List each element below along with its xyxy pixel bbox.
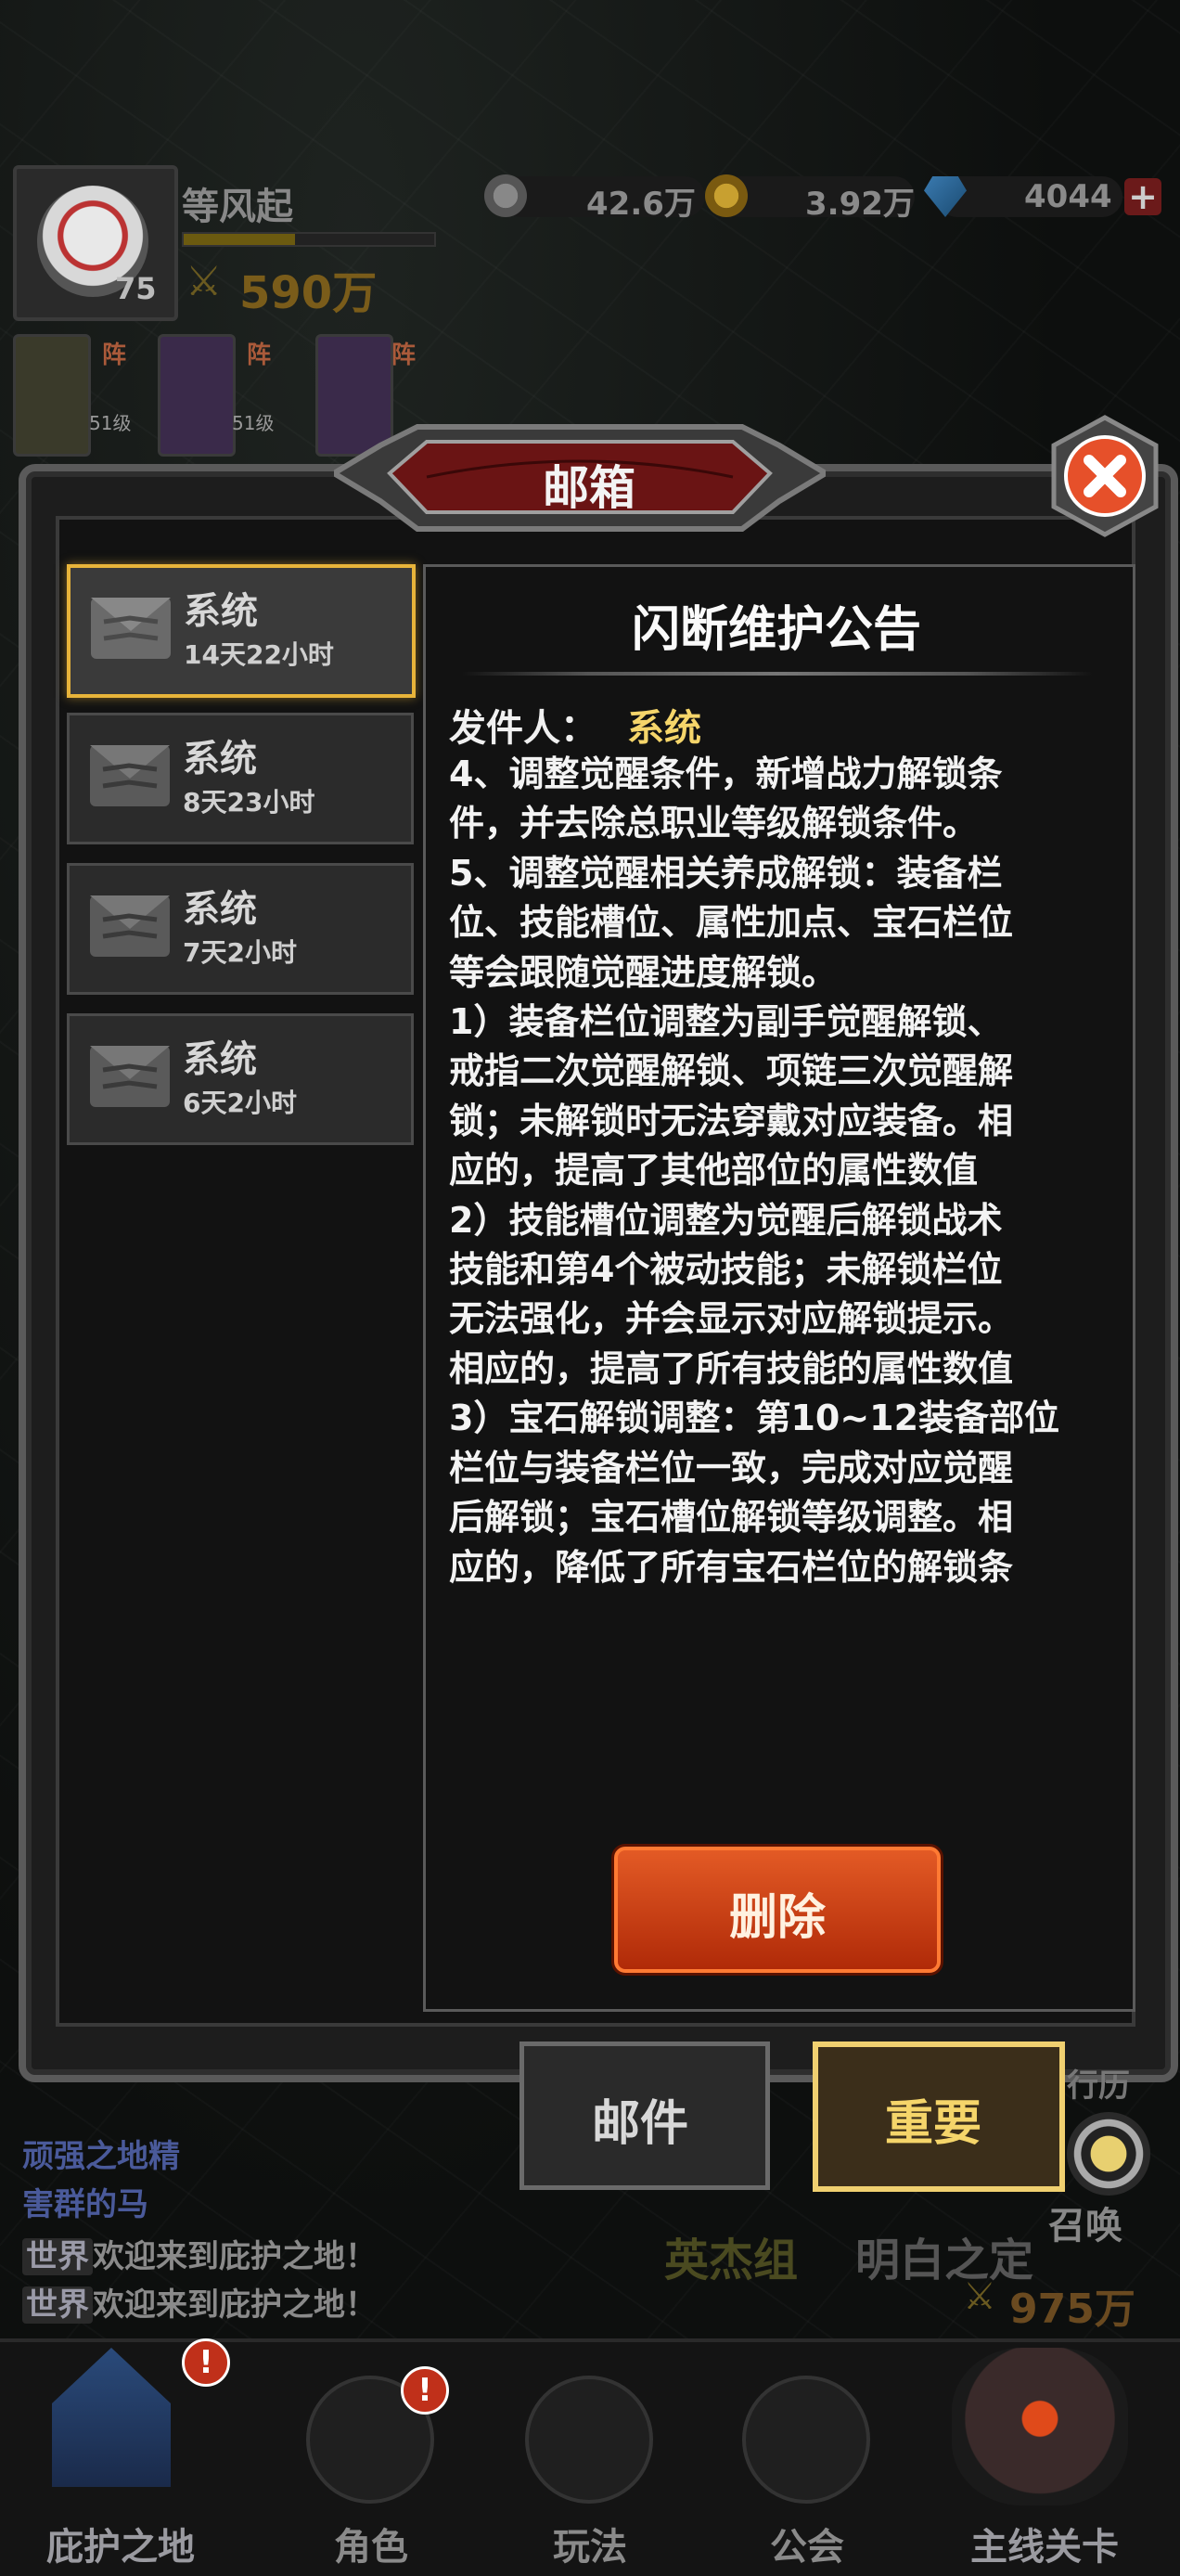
mail-sender: 系统: [183, 888, 257, 931]
mail-list-item[interactable]: 系统 7天2小时: [67, 863, 414, 995]
title-divider: [462, 672, 1093, 676]
mail-time-left: 14天22小时: [184, 639, 334, 670]
mail-list-item[interactable]: 系统 6天2小时: [67, 1013, 414, 1145]
tab-mail-label: 邮件: [591, 2096, 688, 2152]
mail-title: 闪断维护公告: [631, 602, 921, 658]
diamond-amount: 4044: [1024, 178, 1112, 215]
dialog-title: 邮箱: [543, 461, 635, 515]
xp-bar-fill: [184, 234, 295, 245]
chat-line: 顽强之地精: [22, 2138, 180, 2175]
chat-message: 欢迎来到庇护之地！: [93, 2238, 377, 2275]
player-name: 等风起: [182, 186, 293, 228]
summon-label: 召唤: [1048, 2205, 1122, 2248]
notification-badge: !: [401, 2366, 449, 2415]
gameplay-icon: [525, 2376, 653, 2504]
main-stage-icon: [952, 2348, 1128, 2505]
delete-button-label: 删除: [728, 1890, 826, 1946]
side-label: 行历: [1067, 2067, 1130, 2105]
mail-body: 4、调整觉醒条件，新增战力解锁条 件，并去除总职业等级解锁条件。 5、调整觉醒相…: [449, 753, 1060, 1588]
silver-coin-icon: [484, 174, 527, 217]
mail-time-left: 6天2小时: [183, 1088, 297, 1118]
formation-tag: 阵: [102, 341, 127, 369]
nav-label: 主线关卡: [970, 2526, 1119, 2569]
chat-channel-tag: 世界: [22, 2238, 93, 2275]
chat-channel-tag: 世界: [22, 2286, 93, 2324]
player-level: 75: [115, 271, 157, 306]
hero-power: 975万: [1009, 2286, 1135, 2333]
formation-level: 51级: [232, 412, 275, 434]
envelope-icon: [90, 1046, 170, 1107]
player-power: 590万: [239, 267, 378, 319]
envelope-icon: [90, 745, 170, 806]
chat-line: 害群的马: [22, 2186, 148, 2223]
notification-badge: !: [182, 2338, 230, 2387]
mail-sender: 系统: [184, 590, 258, 633]
formation-card[interactable]: [158, 334, 236, 457]
mail-list-item[interactable]: 系统 14天22小时: [67, 564, 416, 698]
crossed-swords-icon: ⚔: [186, 258, 223, 305]
summon-icon[interactable]: [1067, 2112, 1150, 2196]
formation-tag: 阵: [391, 341, 417, 369]
envelope-icon: [90, 895, 170, 957]
crossed-swords-icon: ⚔: [963, 2275, 996, 2318]
mail-list-item[interactable]: 系统 8天23小时: [67, 713, 414, 844]
silver-amount: 42.6万: [586, 186, 696, 223]
nav-label: 庇护之地: [46, 2526, 195, 2569]
sender-name: 系统: [627, 707, 701, 750]
mail-time-left: 7天2小时: [183, 937, 297, 968]
sender-label: 发件人：: [449, 707, 597, 750]
gold-coin-icon: [705, 174, 748, 217]
add-diamond-button[interactable]: +: [1124, 178, 1161, 215]
gold-amount: 3.92万: [805, 186, 915, 223]
mail-time-left: 8天23小时: [183, 787, 315, 818]
chat-message: 欢迎来到庇护之地！: [93, 2286, 377, 2324]
chat-line[interactable]: 世界 欢迎来到庇护之地！: [22, 2279, 377, 2325]
mail-sender: 系统: [183, 738, 257, 780]
formation-card[interactable]: [13, 334, 91, 457]
castle-icon: [52, 2348, 171, 2487]
nav-label: 公会: [770, 2526, 844, 2569]
chat-line[interactable]: 世界 欢迎来到庇护之地！: [22, 2231, 377, 2276]
nav-label: 玩法: [553, 2526, 627, 2569]
guild-icon: [742, 2376, 870, 2504]
formation-level: 51级: [89, 412, 132, 434]
hero-label: 英杰组: [664, 2235, 799, 2286]
nav-item-main-stage[interactable]: [933, 2338, 1128, 2524]
mail-sender: 系统: [183, 1038, 257, 1081]
nav-label: 角色: [334, 2526, 408, 2569]
close-button[interactable]: [1043, 414, 1167, 538]
formation-tag: 阵: [247, 341, 272, 369]
envelope-icon: [91, 598, 171, 659]
tab-important-label: 重要: [884, 2096, 981, 2152]
hero-name: 明白之定: [855, 2235, 1034, 2286]
nav-item-sanctuary[interactable]: !: [19, 2338, 230, 2524]
